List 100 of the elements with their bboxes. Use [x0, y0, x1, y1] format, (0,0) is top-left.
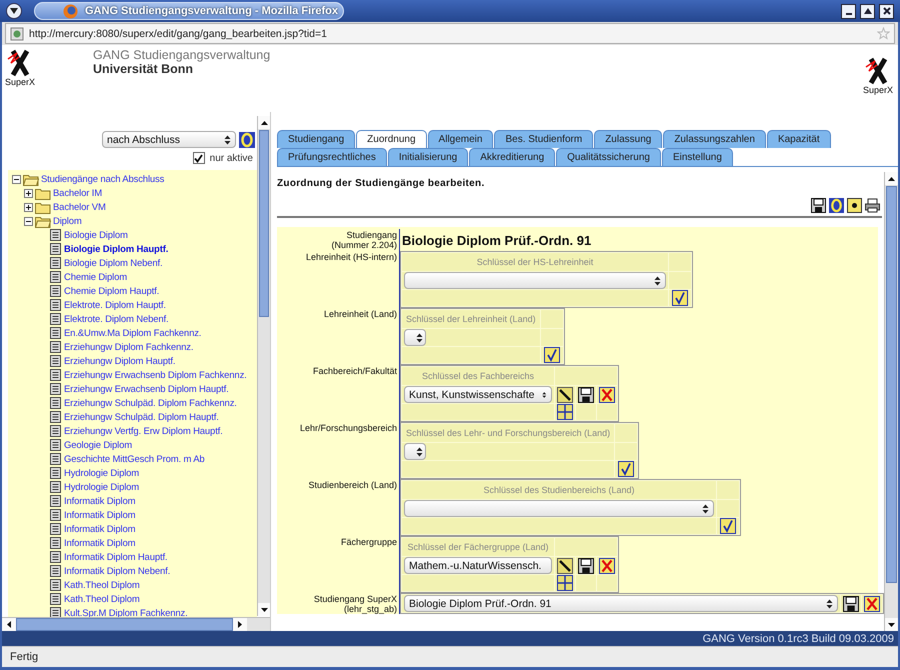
tree-item[interactable]: Biologie Diplom Nebenf. [64, 258, 162, 268]
arrow-left-icon[interactable] [7, 621, 11, 628]
print-icon[interactable] [865, 198, 880, 213]
select-field[interactable]: Mathem.-u.NaturWissensch. [404, 557, 552, 574]
tree-item[interactable]: Elektrote. Diplom Nebenf. [64, 314, 168, 324]
tab[interactable]: Qualitätssicherung [556, 148, 661, 166]
expander-icon[interactable] [24, 202, 33, 212]
tree-item[interactable]: Erziehungw Vertfg. Erw Diplom Hauptf. [64, 426, 223, 436]
tree-item[interactable]: Informatik Diplom [64, 496, 136, 506]
tree-item[interactable]: En.&Umw.Ma Diplom Fachkennz. [64, 328, 202, 338]
tab[interactable]: Zulassung [594, 130, 662, 148]
delete-icon[interactable] [599, 558, 615, 574]
field-label: Studiengang [346, 230, 397, 240]
window-menu-button[interactable] [6, 3, 22, 19]
folder-icon [35, 200, 51, 214]
check-icon[interactable] [544, 347, 560, 363]
tree-item[interactable]: Kath.Theol Diplom [64, 580, 140, 590]
tree-item[interactable]: Informatik Diplom Hauptf. [64, 552, 168, 562]
tree-item[interactable]: Informatik Diplom [64, 524, 136, 534]
tab[interactable]: Bes. Studienform [494, 130, 594, 148]
status-text: Fertig [10, 651, 38, 663]
tree-item[interactable]: Kath.Theol Diplom [64, 594, 140, 604]
tab[interactable]: Initialisierung [388, 148, 468, 166]
tree-item[interactable]: Erziehungw Erwachsenb Diplom Hauptf. [64, 384, 229, 394]
refresh-icon[interactable] [829, 198, 844, 213]
select-field[interactable] [404, 272, 666, 289]
star-icon[interactable] [877, 27, 890, 40]
save-icon[interactable] [578, 386, 594, 402]
expander-icon[interactable] [12, 174, 21, 184]
document-icon [50, 467, 61, 479]
tab[interactable]: Kapazität [766, 130, 831, 148]
field-sublabel: (Nummer 2.204) [331, 240, 397, 250]
tree-item[interactable]: Erziehungw Diplom Fachkennz. [64, 342, 194, 352]
address-field[interactable]: http://mercury:8080/superx/edit/gang/gang_bearbeiten.jsp?tid=1 [5, 23, 895, 44]
pencil-icon[interactable] [557, 386, 573, 402]
tree-item[interactable]: Hydrologie Diplom [64, 468, 140, 478]
select-field[interactable] [404, 443, 426, 460]
tree-item[interactable]: Elektrote. Diplom Hauptf. [64, 300, 166, 310]
refresh-icon[interactable] [239, 132, 255, 148]
version-text: GANG Version 0.1rc3 Build 09.03.2009 [702, 632, 894, 644]
document-icon [50, 579, 61, 591]
check-icon[interactable] [672, 290, 688, 306]
maximize-button[interactable] [860, 4, 875, 18]
tree-item[interactable]: Chemie Diplom Hauptf. [64, 286, 160, 296]
tab[interactable]: Prüfungsrechtliches [277, 148, 387, 166]
check-icon[interactable] [720, 518, 736, 534]
tree-item[interactable]: Bachelor VM [53, 202, 106, 212]
scrollbar[interactable] [2, 617, 270, 631]
tree-item[interactable]: Informatik Diplom [64, 510, 136, 520]
grid-icon[interactable] [557, 575, 573, 591]
select-field[interactable] [404, 500, 714, 517]
tab[interactable]: Allgemein [428, 130, 494, 148]
expander-icon[interactable] [24, 188, 33, 198]
save-icon[interactable] [578, 558, 594, 574]
tree-item[interactable]: Hydrologie Diplom [64, 482, 140, 492]
tree-item[interactable]: Diplom [53, 216, 82, 226]
maximize-icon [864, 7, 872, 15]
select-field[interactable] [404, 329, 426, 346]
select-field[interactable]: Biologie Diplom Prüf.-Ordn. 91 [404, 595, 838, 612]
tab[interactable]: Einstellung [662, 148, 733, 166]
select-field[interactable]: Kunst, Kunstwissenschafte [404, 386, 552, 403]
arrow-down-icon[interactable] [260, 608, 268, 612]
arrow-down-icon[interactable] [888, 622, 895, 626]
tree-item[interactable]: Biologie Diplom Hauptf. [64, 244, 168, 254]
tab[interactable]: Zuordnung [356, 130, 427, 148]
table-cell [669, 253, 691, 271]
tree-item[interactable]: Geschichte MittGesch Prom. m Ab [64, 454, 205, 464]
tree-item[interactable]: Informatik Diplom [64, 538, 136, 548]
tree-item[interactable]: Geologie Diplom [64, 440, 132, 450]
scrollbar[interactable] [884, 172, 898, 631]
arrow-up-icon[interactable] [888, 176, 895, 180]
checkbox[interactable] [192, 152, 205, 164]
check-icon[interactable] [618, 461, 634, 477]
delete-icon[interactable] [864, 596, 880, 612]
tree-item[interactable]: Biologie Diplom [64, 230, 128, 240]
view-select[interactable]: nach Abschluss [102, 131, 236, 148]
tab[interactable]: Akkreditierung [469, 148, 556, 166]
save-icon[interactable] [811, 198, 826, 213]
tree-item[interactable]: Erziehungw Schulpäd. Diplom Fachkennz. [64, 398, 237, 408]
tree-item[interactable]: Informatik Diplom Nebenf. [64, 566, 170, 576]
tree-item[interactable]: Bachelor IM [53, 188, 102, 198]
document-icon [50, 257, 61, 269]
tree-item[interactable]: Erziehungw Schulpäd. Diplom Hauptf. [64, 412, 219, 422]
tree-item[interactable]: Chemie Diplom [64, 272, 127, 282]
grid-icon[interactable] [557, 404, 573, 420]
arrow-right-icon[interactable] [238, 621, 242, 628]
scrollbar[interactable] [257, 116, 270, 616]
tree-item[interactable]: Erziehungw Erwachsenb Diplom Fachkennz. [64, 370, 247, 380]
arrow-up-icon[interactable] [260, 120, 268, 124]
tab[interactable]: Studiengang [277, 130, 356, 148]
minimize-button[interactable] [841, 4, 856, 18]
tab[interactable]: Zulassungszahlen [663, 130, 766, 148]
close-button[interactable] [879, 4, 894, 18]
delete-icon[interactable] [599, 386, 615, 402]
pencil-icon[interactable] [557, 558, 573, 574]
tree-item[interactable]: Studiengänge nach Abschluss [41, 174, 164, 184]
save-icon[interactable] [843, 596, 859, 612]
document-icon [50, 327, 61, 339]
expander-icon[interactable] [24, 216, 33, 226]
tree-item[interactable]: Erziehungw Diplom Hauptf. [64, 356, 176, 366]
